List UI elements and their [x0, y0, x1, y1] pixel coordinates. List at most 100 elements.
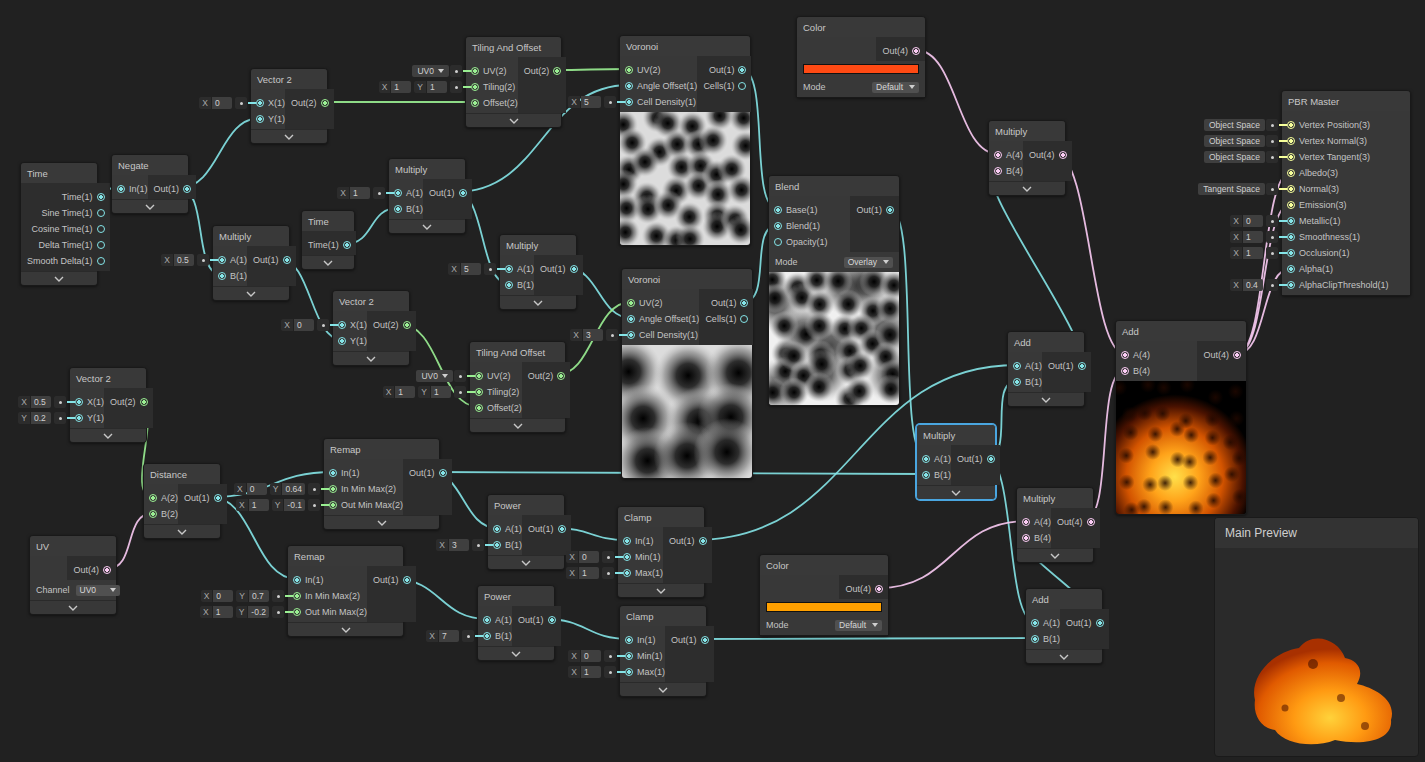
field-value[interactable]: 5 [581, 96, 601, 108]
input-port[interactable]: Vertex Tangent(3)Object Space [1282, 149, 1410, 165]
port-dot[interactable] [471, 67, 479, 75]
input-port[interactable]: A(1) [478, 612, 512, 628]
output-port[interactable]: Out(1) [403, 465, 452, 481]
field-value[interactable]: 1 [391, 81, 411, 93]
input-port[interactable]: A(1)X5 [500, 261, 534, 277]
node-title[interactable]: Vector 2 [251, 69, 327, 89]
input-field[interactable]: X5 [448, 263, 505, 275]
output-port[interactable]: Out(1) [663, 533, 712, 549]
input-port[interactable]: Min(1)X0 [618, 549, 663, 565]
output-port[interactable]: Out(2) [104, 394, 153, 410]
field-knob[interactable] [1266, 247, 1278, 259]
input-field[interactable]: X0.5 [18, 396, 75, 408]
output-port[interactable]: Time(1) [21, 189, 110, 205]
node-title[interactable]: Remap [288, 546, 403, 566]
output-port[interactable]: Out(1) [1042, 358, 1091, 374]
input-port[interactable]: Base(1) [769, 202, 850, 218]
output-port[interactable]: Out(1) [699, 295, 753, 311]
field-value[interactable]: 1 [427, 81, 447, 93]
node-title[interactable]: Multiply [500, 235, 576, 255]
output-port[interactable]: Out(1) [148, 181, 197, 197]
field-dropdown[interactable]: UV0 [416, 370, 453, 382]
field-value[interactable]: 0 [1243, 215, 1263, 227]
input-port[interactable]: Cell Density(1)X3 [622, 327, 699, 343]
port-dot[interactable] [403, 576, 411, 584]
input-port[interactable]: X(1)X0 [333, 317, 367, 333]
input-field[interactable]: X1Y1 [379, 81, 471, 93]
node-title[interactable]: Add [1116, 321, 1246, 341]
field-value[interactable]: 1 [395, 386, 415, 398]
field-knob[interactable] [373, 187, 385, 199]
input-port[interactable]: Y(1)Y0.2 [70, 410, 104, 426]
output-port[interactable]: Out(1) [534, 261, 583, 277]
input-port[interactable]: Tiling(2)X1Y1 [466, 79, 518, 95]
port-dot[interactable] [475, 372, 483, 380]
input-port[interactable]: Min(1)X0 [620, 648, 665, 664]
collapse-button[interactable] [389, 219, 465, 233]
port-dot[interactable] [256, 115, 264, 123]
port-dot[interactable] [1287, 137, 1295, 145]
shader-node[interactable]: Vector 2X(1)X0Y(1)Out(2) [250, 68, 328, 144]
port-dot[interactable] [97, 193, 105, 201]
port-dot[interactable] [557, 372, 565, 380]
input-port[interactable]: Metallic(1)X0 [1282, 213, 1410, 229]
output-port[interactable]: Out(4) [839, 581, 888, 597]
input-port[interactable]: A(1) [1008, 358, 1042, 374]
input-field[interactable]: Y0.2 [18, 412, 75, 424]
port-dot[interactable] [1013, 378, 1021, 386]
port-dot[interactable] [625, 82, 633, 90]
input-port[interactable]: A(1) [1026, 615, 1060, 631]
collapse-button[interactable] [488, 555, 564, 569]
port-dot[interactable] [75, 414, 83, 422]
input-port[interactable]: In(1) [288, 572, 367, 588]
port-dot[interactable] [103, 566, 111, 574]
port-dot[interactable] [140, 398, 148, 406]
shader-node[interactable]: PBR MasterVertex Position(3)Object Space… [1281, 90, 1411, 296]
port-dot[interactable] [218, 256, 226, 264]
port-dot[interactable] [214, 494, 222, 502]
port-dot[interactable] [738, 66, 746, 74]
node-title[interactable]: Distance [144, 464, 220, 484]
collapse-button[interactable] [1017, 548, 1093, 562]
shader-node[interactable]: TimeTime(1)Sine Time(1)Cosine Time(1)Del… [20, 162, 98, 286]
input-port[interactable]: Opacity(1) [769, 234, 850, 250]
shader-node[interactable]: ColorOut(4)ModeDefault [796, 16, 926, 98]
input-port[interactable]: Offset(2) [466, 95, 518, 111]
field-value[interactable]: 1 [431, 386, 451, 398]
field-space[interactable]: Tangent Space [1198, 183, 1265, 195]
input-port[interactable]: A(4) [1017, 514, 1051, 530]
shader-node[interactable]: PowerA(1)B(1)X7Out(1) [477, 585, 555, 661]
output-port[interactable]: Out(2) [285, 95, 334, 111]
field-knob[interactable] [54, 412, 66, 424]
field-knob[interactable] [472, 539, 484, 551]
field-knob[interactable] [272, 590, 284, 602]
collapse-button[interactable] [470, 418, 565, 432]
port-dot[interactable] [329, 485, 337, 493]
node-title[interactable]: Multiply [1017, 488, 1093, 508]
port-dot[interactable] [338, 321, 346, 329]
output-port[interactable]: Out(4) [1023, 147, 1072, 163]
input-field[interactable]: X0 [568, 650, 625, 662]
port-dot[interactable] [321, 99, 329, 107]
field-value[interactable]: 0 [247, 483, 267, 495]
input-field[interactable]: X0.5 [161, 254, 218, 266]
field-knob[interactable] [604, 666, 616, 678]
port-dot[interactable] [459, 189, 467, 197]
port-dot[interactable] [293, 592, 301, 600]
port-dot[interactable] [1121, 351, 1129, 359]
input-port[interactable]: Offset(2) [470, 400, 522, 416]
field-knob[interactable] [317, 319, 329, 331]
port-dot[interactable] [343, 241, 351, 249]
field-value[interactable]: 0.64 [282, 483, 305, 495]
input-port[interactable]: AlphaClipThreshold(1)X0.4 [1282, 277, 1410, 293]
field-knob[interactable] [602, 551, 614, 563]
port-dot[interactable] [553, 67, 561, 75]
shader-node[interactable]: UVOut(4)ChannelUV0 [29, 535, 117, 615]
port-dot[interactable] [1287, 217, 1295, 225]
port-dot[interactable] [1031, 635, 1039, 643]
field-knob[interactable] [450, 65, 462, 77]
field-space[interactable]: Object Space [1204, 135, 1265, 147]
port-dot[interactable] [625, 98, 633, 106]
input-port[interactable]: B(4) [1116, 363, 1197, 379]
port-dot[interactable] [625, 66, 633, 74]
